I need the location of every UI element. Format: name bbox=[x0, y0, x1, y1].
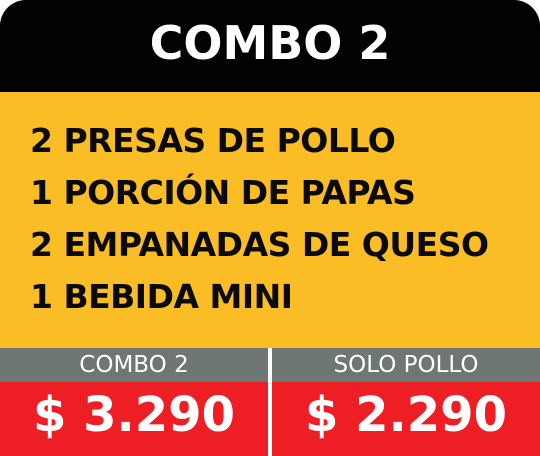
price-label-bar: COMBO 2 bbox=[0, 348, 268, 382]
combo-items-list: 2 PRESAS DE POLLO 1 PORCIÓN DE PAPAS 2 E… bbox=[30, 115, 530, 323]
combo-card: COMBO 2 2 PRESAS DE POLLO 1 PORCIÓN DE P… bbox=[0, 0, 540, 456]
price-value-combo: $ 3.290 bbox=[33, 387, 235, 443]
combo-item: 1 BEBIDA MINI bbox=[30, 277, 293, 316]
price-row: COMBO 2 $ 3.290 SOLO POLLO $ 2.290 bbox=[0, 348, 540, 456]
price-value-solo-pollo: $ 2.290 bbox=[305, 387, 507, 443]
price-label-combo: COMBO 2 bbox=[79, 352, 189, 378]
price-column-solo-pollo: SOLO POLLO $ 2.290 bbox=[272, 348, 540, 456]
combo-title: COMBO 2 bbox=[149, 16, 391, 70]
combo-header: COMBO 2 bbox=[0, 0, 540, 92]
combo-item: 2 PRESAS DE POLLO bbox=[30, 121, 396, 160]
price-box: $ 3.290 bbox=[0, 382, 268, 456]
price-label-bar: SOLO POLLO bbox=[272, 348, 540, 382]
combo-item: 2 EMPANADAS DE QUESO bbox=[30, 225, 489, 264]
price-box: $ 2.290 bbox=[272, 382, 540, 456]
combo-item: 1 PORCIÓN DE PAPAS bbox=[30, 173, 416, 212]
price-label-solo-pollo: SOLO POLLO bbox=[333, 352, 479, 378]
price-column-combo: COMBO 2 $ 3.290 bbox=[0, 348, 268, 456]
